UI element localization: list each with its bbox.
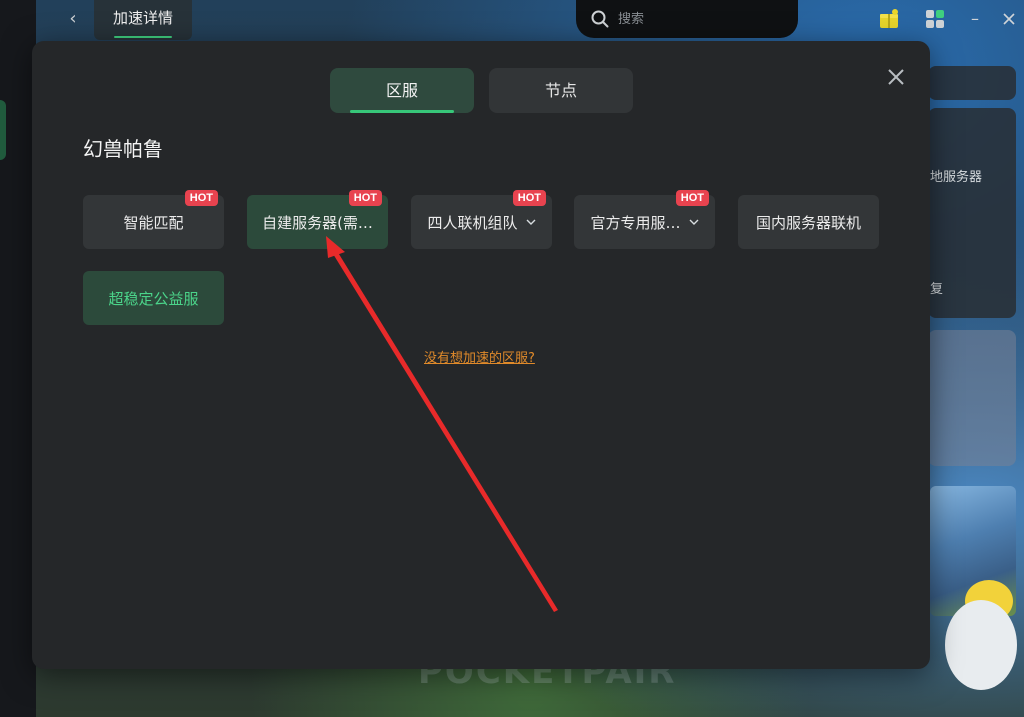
peek-text-fix: 复 (930, 282, 944, 297)
chevron-down-icon (689, 219, 698, 225)
tab-active-underline (350, 110, 454, 113)
game-title: 幻兽帕鲁 (83, 137, 163, 161)
server-option-smart-match[interactable]: 智能匹配 HOT (83, 190, 224, 249)
server-option-self-hosted[interactable]: 自建服务器(需… HOT (247, 190, 388, 249)
server-option-domestic[interactable]: 国内服务器联机 (738, 195, 879, 249)
left-rail (0, 0, 36, 717)
back-button[interactable]: ‹ (60, 6, 86, 32)
close-window-icon[interactable] (996, 6, 1022, 32)
hot-badge: HOT (184, 190, 218, 206)
server-option-four-player[interactable]: 四人联机组队 HOT (411, 190, 552, 249)
search-icon (591, 10, 609, 28)
minimize-button[interactable]: – (962, 6, 988, 32)
search-input[interactable] (616, 10, 780, 28)
rail-indicator (0, 100, 6, 160)
server-option-label: 官方专用服… (590, 213, 681, 232)
peek-panel-top (928, 66, 1016, 100)
close-icon[interactable] (883, 64, 909, 90)
server-option-label: 智能匹配 (123, 213, 184, 232)
missing-server-link[interactable]: 没有想加速的区服? (424, 347, 535, 366)
peek-panel-image (928, 330, 1016, 466)
tab-node-label: 节点 (544, 81, 577, 100)
chevron-down-icon (526, 219, 535, 225)
server-option-label: 国内服务器联机 (755, 213, 861, 232)
search-box[interactable] (576, 0, 798, 38)
character-white (945, 600, 1017, 690)
tab-region[interactable]: 区服 (330, 68, 474, 113)
apps-grid-icon[interactable] (924, 8, 946, 30)
server-option-stable-charity[interactable]: 超稳定公益服 (83, 271, 224, 325)
hot-badge: HOT (348, 190, 382, 206)
server-option-label: 超稳定公益服 (108, 289, 199, 308)
server-select-modal: 区服 节点 幻兽帕鲁 智能匹配 HOT 自建服务器(需… HOT 四人联机组队 … (32, 41, 930, 669)
hot-badge: HOT (512, 190, 546, 206)
page-title-tab[interactable]: 加速详情 (94, 0, 192, 40)
peek-text-server: 地服务器 (930, 170, 983, 185)
page-title: 加速详情 (112, 9, 173, 27)
server-option-label: 自建服务器(需… (262, 213, 373, 232)
gift-box-icon[interactable] (878, 8, 900, 30)
hot-badge: HOT (675, 190, 709, 206)
tab-node[interactable]: 节点 (489, 68, 633, 113)
server-option-label: 四人联机组队 (427, 213, 518, 232)
top-bar: ‹ 加速详情 – (36, 0, 1024, 40)
title-underline (114, 36, 172, 38)
server-option-official[interactable]: 官方专用服… HOT (574, 190, 715, 249)
tab-region-label: 区服 (385, 81, 418, 100)
